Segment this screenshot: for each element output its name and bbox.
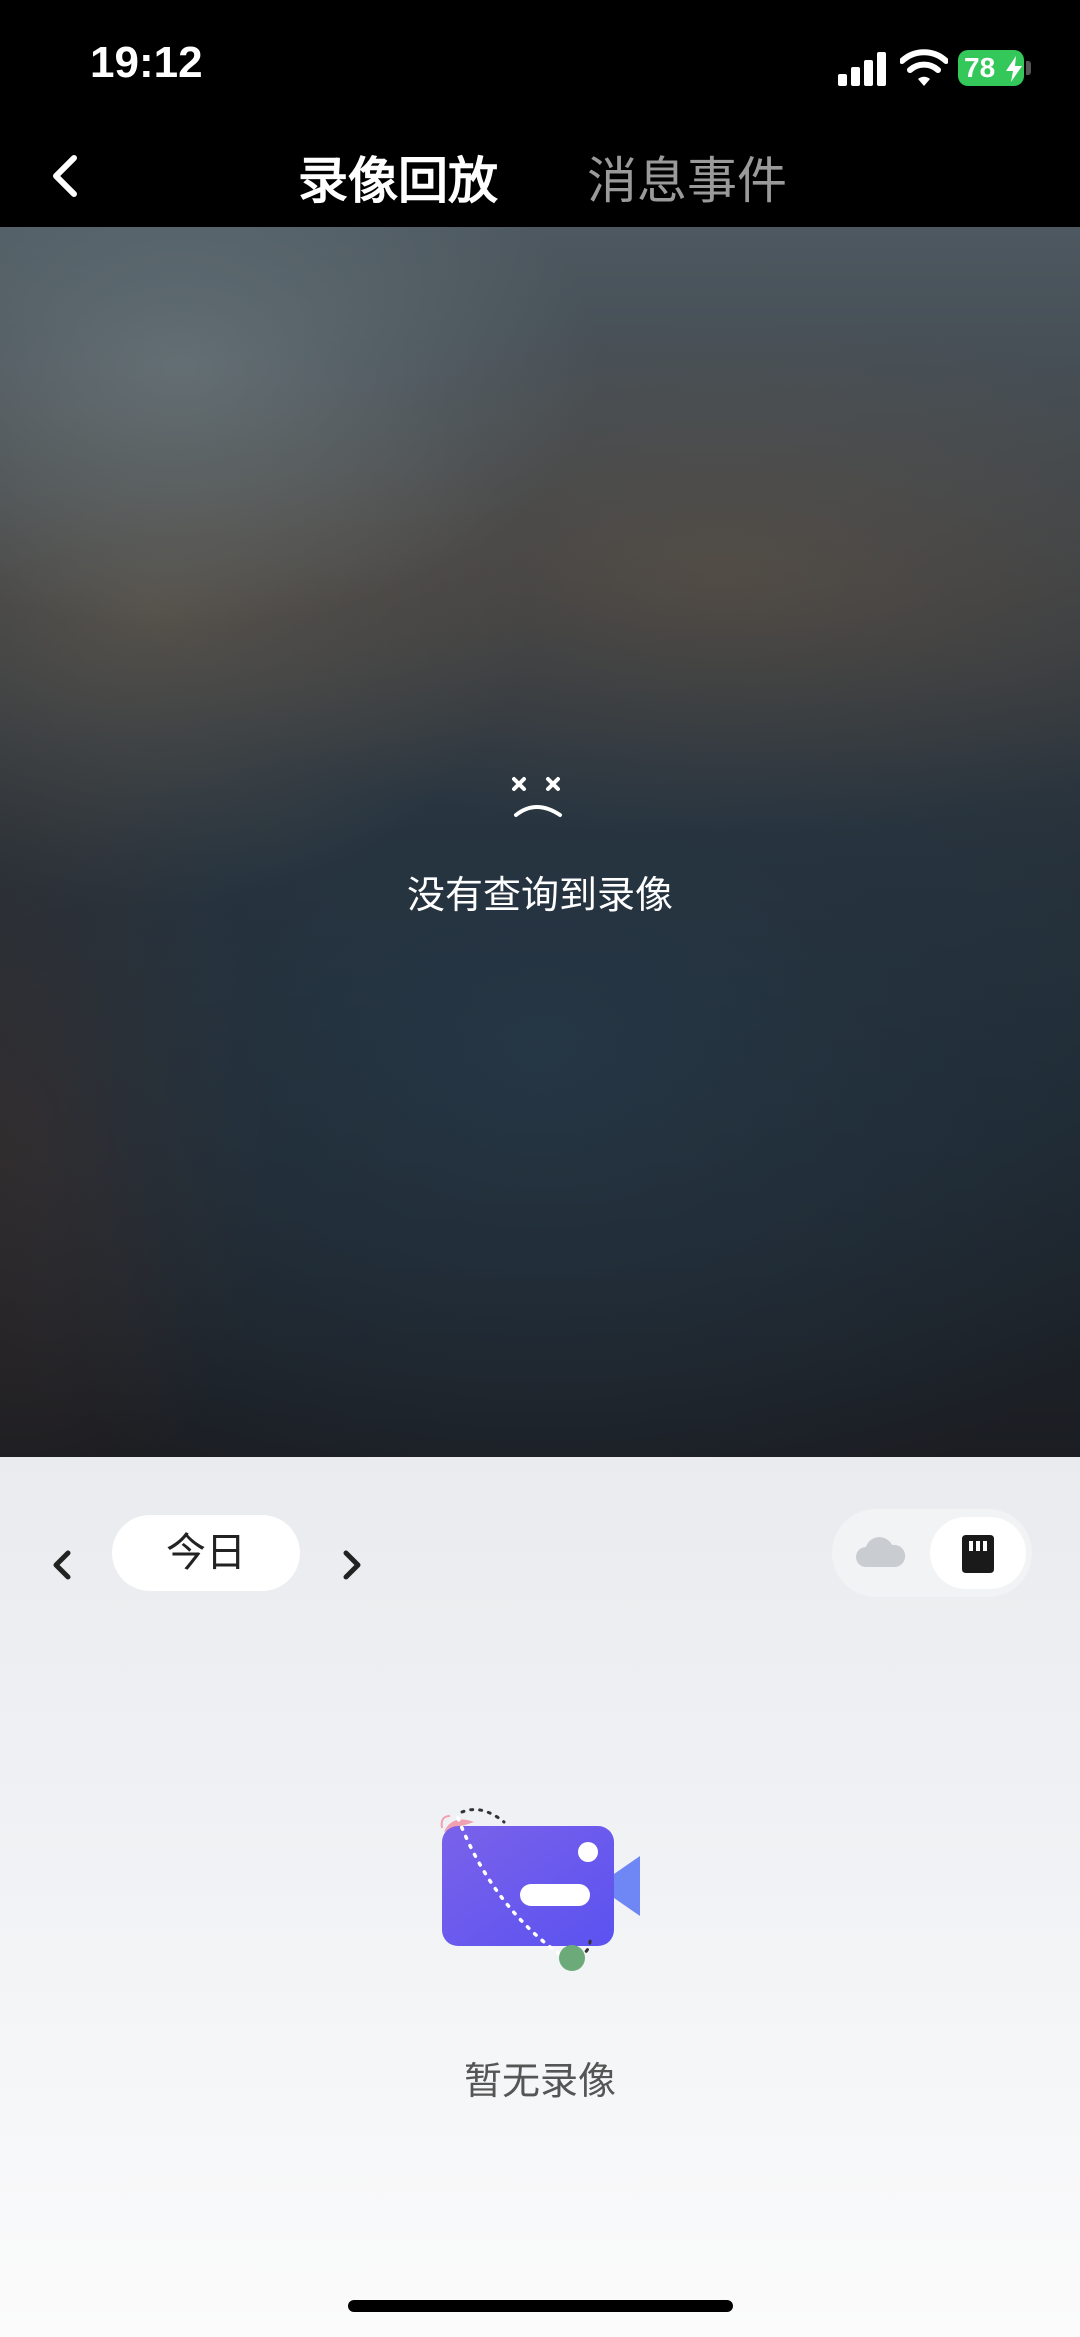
charging-bolt-icon: [1006, 56, 1022, 82]
tab-events[interactable]: 消息事件: [587, 135, 787, 227]
sd-card-icon: [962, 1535, 994, 1573]
empty-state-text: 暂无录像: [463, 2059, 616, 2103]
sad-face-icon: [512, 777, 562, 817]
previous-day-button[interactable]: [40, 1537, 86, 1593]
cellular-signal-icon: [838, 52, 890, 86]
status-time: 19:12: [90, 38, 203, 87]
date-selector[interactable]: 今日: [112, 1515, 300, 1591]
video-player[interactable]: 没有查询到录像: [0, 227, 1080, 1457]
tab-playback[interactable]: 录像回放: [298, 135, 498, 227]
battery-level: 78: [964, 52, 996, 83]
top-navigation: 录像回放 消息事件: [0, 135, 1080, 227]
playback-panel: 今日 暂无录像: [0, 1457, 1080, 2337]
back-button[interactable]: [40, 143, 110, 213]
no-recording-message: 没有查询到录像: [406, 873, 673, 917]
video-camera-icon: [440, 1808, 640, 1971]
sd-card-option[interactable]: [930, 1517, 1026, 1589]
wifi-icon: [900, 49, 948, 86]
status-bar: 19:12 78: [0, 0, 1080, 135]
next-day-button[interactable]: [328, 1537, 374, 1593]
storage-source-toggle: [832, 1509, 1032, 1597]
cloud-icon[interactable]: [852, 1533, 908, 1573]
home-indicator[interactable]: [348, 2300, 733, 2312]
battery-tip: [1026, 61, 1031, 75]
